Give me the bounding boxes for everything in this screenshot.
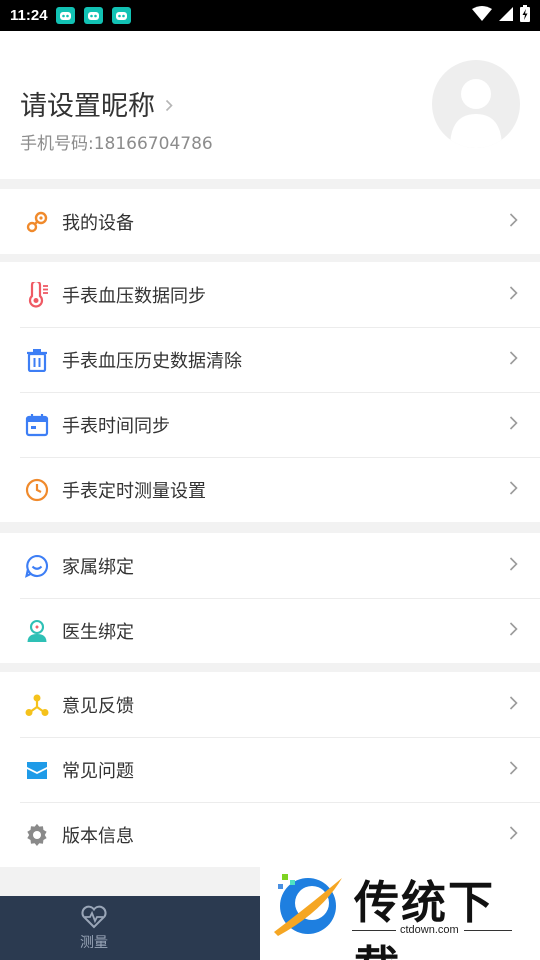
profile-header[interactable]: 请设置昵称 手机号码:18166704786 xyxy=(0,31,540,179)
divider xyxy=(352,930,396,931)
nickname-text: 请设置昵称 xyxy=(20,91,155,122)
faq-icon xyxy=(24,757,50,783)
menu-item-my-device[interactable]: 我的设备 xyxy=(0,189,540,254)
menu-item-watch-time-sync[interactable]: 手表时间同步 xyxy=(0,392,540,457)
app-notification-icon xyxy=(55,7,75,24)
menu-item-label: 手表血压历史数据清除 xyxy=(62,350,242,372)
nickname-link[interactable]: 请设置昵称 xyxy=(20,84,173,123)
default-avatar-icon xyxy=(450,79,502,148)
menu-item-label: 常见问题 xyxy=(62,760,134,782)
menu-item-label: 手表时间同步 xyxy=(62,415,170,437)
trash-icon xyxy=(24,347,50,373)
menu-group-watch: 手表血压数据同步 手表血压历史数据清除 手表时间同步 手表定时测量设置 xyxy=(0,262,540,522)
menu-item-faq[interactable]: 常见问题 xyxy=(0,737,540,802)
chevron-right-icon xyxy=(509,760,518,779)
menu-item-label: 版本信息 xyxy=(62,825,134,847)
menu-group-support: 意见反馈 常见问题 版本信息 xyxy=(0,672,540,867)
menu-item-label: 我的设备 xyxy=(62,212,134,234)
menu-group-device: 我的设备 xyxy=(0,189,540,254)
status-time: 11:24 xyxy=(10,7,48,24)
heart-pulse-icon xyxy=(81,905,107,928)
menu-item-bp-sync[interactable]: 手表血压数据同步 xyxy=(0,262,540,327)
settings-gear-icon xyxy=(24,822,50,848)
tab-measure[interactable]: 测量 xyxy=(54,896,134,960)
device-icon xyxy=(24,209,50,235)
watermark: 传统下载 ctdown.com xyxy=(260,862,540,960)
app-notification-icon xyxy=(111,7,131,24)
menu-item-label: 意见反馈 xyxy=(62,695,134,717)
menu-item-family-binding[interactable]: 家属绑定 xyxy=(0,533,540,598)
feedback-icon xyxy=(24,692,50,718)
tab-label: 测量 xyxy=(80,934,108,951)
chevron-right-icon xyxy=(509,415,518,434)
menu-item-label: 手表定时测量设置 xyxy=(62,480,206,502)
wifi-icon xyxy=(472,5,492,26)
chevron-right-icon xyxy=(509,212,518,231)
phone-number: 手机号码:18166704786 xyxy=(20,134,213,154)
divider xyxy=(464,930,512,931)
family-icon xyxy=(24,553,50,579)
calendar-icon xyxy=(24,412,50,438)
chevron-right-icon xyxy=(509,621,518,640)
chevron-right-icon xyxy=(509,825,518,844)
chevron-right-icon xyxy=(509,556,518,575)
chevron-right-icon xyxy=(509,285,518,304)
chevron-right-icon xyxy=(165,88,173,119)
doctor-icon xyxy=(24,618,50,644)
app-notification-icon xyxy=(83,7,103,24)
signal-icon xyxy=(498,6,514,26)
chevron-right-icon xyxy=(509,480,518,499)
menu-item-label: 家属绑定 xyxy=(62,556,134,578)
menu-group-binding: 家属绑定 医生绑定 xyxy=(0,533,540,663)
watermark-url: ctdown.com xyxy=(400,924,459,936)
menu-item-feedback[interactable]: 意见反馈 xyxy=(0,672,540,737)
thermometer-icon xyxy=(24,281,50,308)
menu-item-doctor-binding[interactable]: 医生绑定 xyxy=(0,598,540,663)
menu-item-label: 手表血压数据同步 xyxy=(62,285,206,307)
battery-charging-icon xyxy=(520,5,530,26)
menu-item-version-info[interactable]: 版本信息 xyxy=(0,802,540,867)
clock-icon xyxy=(24,477,50,503)
menu-item-bp-history-clear[interactable]: 手表血压历史数据清除 xyxy=(0,327,540,392)
watermark-text: 传统下载 xyxy=(354,876,496,960)
menu-item-scheduled-measure[interactable]: 手表定时测量设置 xyxy=(0,457,540,522)
watermark-logo-icon xyxy=(274,874,342,936)
chevron-right-icon xyxy=(509,350,518,369)
chevron-right-icon xyxy=(509,695,518,714)
avatar[interactable] xyxy=(432,60,520,148)
menu-item-label: 医生绑定 xyxy=(62,621,134,643)
status-bar: 11:24 xyxy=(0,0,540,31)
